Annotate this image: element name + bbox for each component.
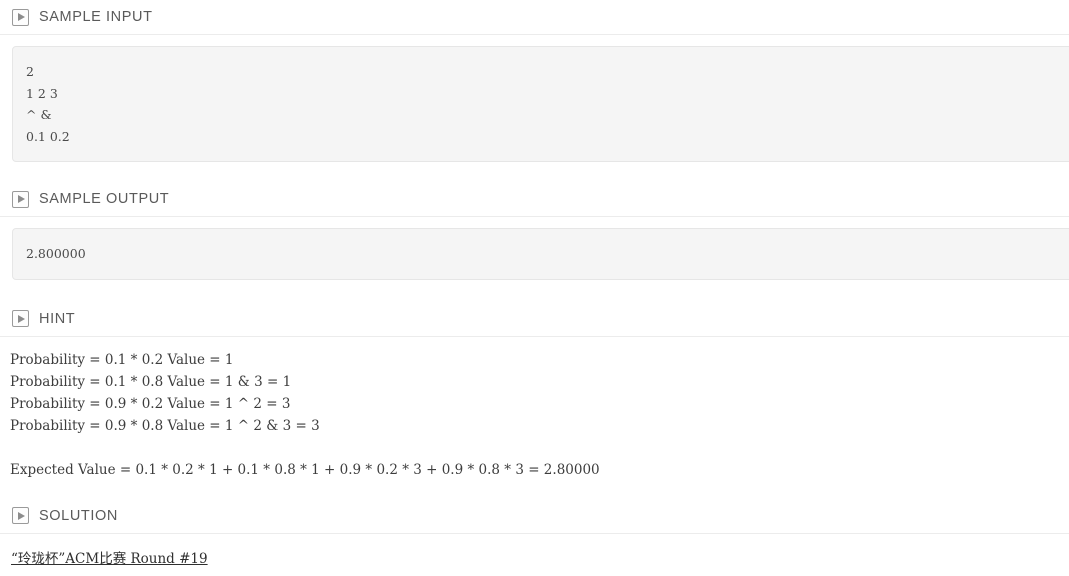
hint-title: HINT [39,310,76,327]
sample-input-heading: SAMPLE INPUT [0,0,1069,34]
section-sample-output: SAMPLE OUTPUT 2.800000 [0,182,1069,280]
section-sample-input: SAMPLE INPUT 2 1 2 3 ^ & 0.1 0.2 [0,0,1069,162]
sample-output-title: SAMPLE OUTPUT [39,191,170,207]
expected-value-line: Expected Value = 0.1 * 0.2 * 1 + 0.1 * 0… [10,461,600,478]
solution-title: SOLUTION [39,507,118,524]
problem-page: SAMPLE INPUT 2 1 2 3 ^ & 0.1 0.2 SAMPLE … [0,0,1069,576]
hint-spacer [10,437,1069,459]
sample-output-code-block: 2.800000 [12,228,1069,280]
section-solution: SOLUTION “玲珑杯”ACM比赛 Round #19 [0,499,1069,568]
code-line: 0.1 0.2 [26,128,70,144]
sample-input-code-block: 2 1 2 3 ^ & 0.1 0.2 [12,46,1069,162]
solution-heading: SOLUTION [0,499,1069,533]
play-icon [12,507,29,524]
play-icon [12,310,29,327]
section-divider [0,216,1069,217]
solution-contest-link[interactable]: “玲珑杯”ACM比赛 Round #19 [11,551,208,567]
play-icon [12,190,29,208]
code-line: ^ & [26,107,52,122]
hint-line: Probability = 0.1 * 0.2 Value = 1 [10,351,234,368]
hint-heading: HINT [0,302,1069,336]
hint-line: Probability = 0.9 * 0.2 Value = 1 ^ 2 = … [10,395,291,412]
code-line: 1 2 3 [26,85,58,101]
section-divider [0,34,1069,35]
solution-body: “玲珑杯”ACM比赛 Round #19 [0,534,1069,568]
section-hint: HINT Probability = 0.1 * 0.2 Value = 1 P… [0,302,1069,481]
code-line: 2 [26,64,34,79]
hint-body: Probability = 0.1 * 0.2 Value = 1 Probab… [0,337,1069,481]
hint-line: Probability = 0.9 * 0.8 Value = 1 ^ 2 & … [10,417,320,434]
sample-output-heading: SAMPLE OUTPUT [0,182,1069,216]
sample-input-title: SAMPLE INPUT [39,9,153,25]
play-icon [12,8,29,26]
code-line: 2.800000 [26,246,86,261]
hint-line: Probability = 0.1 * 0.8 Value = 1 & 3 = … [10,373,292,390]
